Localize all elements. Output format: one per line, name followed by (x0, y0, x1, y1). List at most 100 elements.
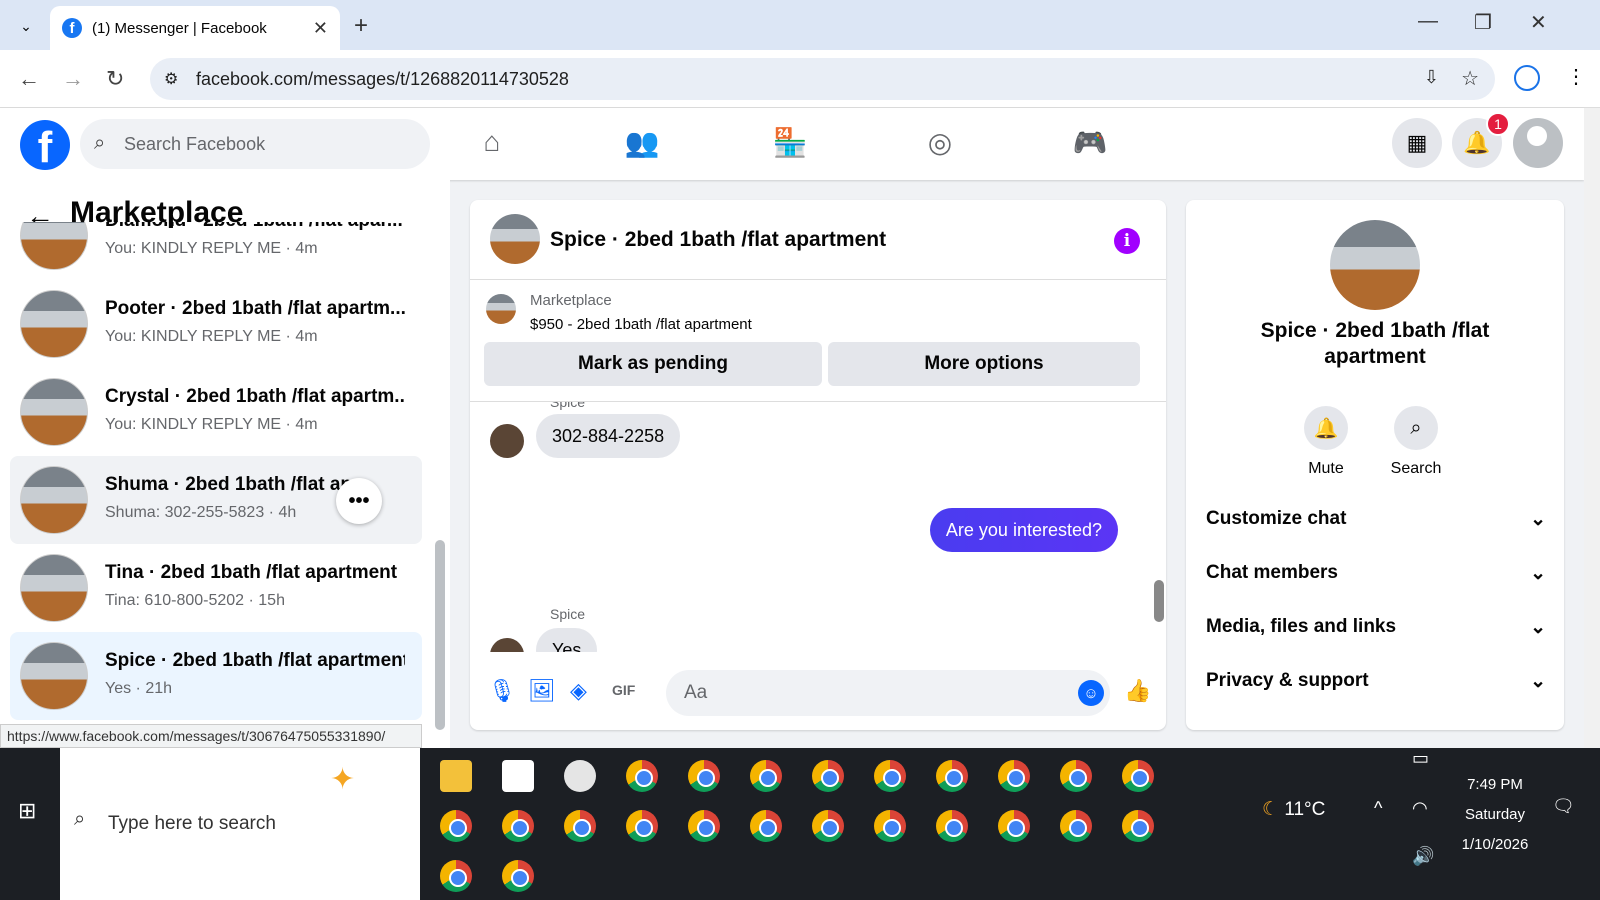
thumbs-up-icon[interactable]: 👍 (1124, 678, 1151, 704)
chat-avatar[interactable] (490, 214, 540, 264)
chrome-icon[interactable] (936, 810, 968, 842)
volume-icon[interactable]: 🔊 (1412, 846, 1434, 867)
new-tab-button[interactable]: + (354, 12, 368, 40)
browser-profile-icon[interactable] (1514, 65, 1540, 91)
browser-menu-icon[interactable]: ⋮ (1566, 64, 1586, 89)
menu-grid-icon[interactable]: ▦ (1392, 118, 1442, 168)
back-icon[interactable]: ← (18, 66, 40, 92)
tab-search-dropdown[interactable]: ⌄ (12, 14, 40, 38)
attach-photo-icon[interactable]: 🖼 (528, 678, 556, 704)
more-options-button[interactable]: More options (828, 342, 1140, 386)
conversation-item[interactable]: Shuma · 2bed 1bath /flat apa... Shuma: 3… (10, 456, 422, 544)
marketplace-icon[interactable]: 🏪 (770, 126, 810, 159)
tab-title: (1) Messenger | Facebook (92, 19, 267, 37)
account-avatar[interactable] (1513, 118, 1563, 168)
chrome-icon[interactable] (812, 760, 844, 792)
details-avatar[interactable] (1330, 220, 1420, 310)
restore-icon[interactable]: ❐ (1474, 10, 1492, 35)
chrome-icon[interactable] (998, 760, 1030, 792)
chrome-icon[interactable] (688, 810, 720, 842)
thread-scrollbar[interactable] (1154, 580, 1164, 622)
network-icon[interactable]: ◠ (1412, 798, 1428, 819)
clock-date: 1/10/2026 (1461, 836, 1529, 853)
chrome-icon[interactable] (750, 810, 782, 842)
conversation-item[interactable]: Tina · 2bed 1bath /flat apartment Tina: … (10, 544, 422, 632)
chrome-icon[interactable] (688, 760, 720, 792)
windows-start-icon[interactable]: ⊞ (18, 798, 36, 824)
show-hidden-icons-icon[interactable]: ^ (1374, 798, 1382, 819)
info-icon[interactable]: i (1114, 228, 1140, 254)
conversation-preview: You: KINDLY REPLY ME · 4m (105, 328, 318, 345)
browser-tab[interactable]: f (1) Messenger | Facebook ✕ (50, 6, 340, 50)
sticker-icon[interactable]: ◈ (570, 678, 587, 704)
install-app-icon[interactable]: ⇩ (1424, 67, 1439, 88)
url-field[interactable]: ⚙ facebook.com/messages/t/12688201147305… (150, 58, 1495, 100)
chrome-icon[interactable] (502, 810, 534, 842)
conversation-item[interactable]: Pooter · 2bed 1bath /flat apartm... You:… (10, 280, 422, 368)
minimize-icon[interactable]: — (1418, 10, 1438, 33)
chrome-icon[interactable] (1060, 810, 1092, 842)
site-info-icon[interactable]: ⚙ (164, 69, 178, 89)
chat-members-row[interactable]: Chat members ⌄ (1206, 562, 1546, 585)
mute-action[interactable]: 🔔 Mute (1286, 406, 1366, 478)
facebook-logo-icon[interactable]: f (20, 120, 70, 170)
chrome-icon[interactable] (874, 810, 906, 842)
conversation-item[interactable]: Crystal · 2bed 1bath /flat apartm... You… (10, 368, 422, 456)
media-files-links-row[interactable]: Media, files and links ⌄ (1206, 616, 1546, 639)
store-icon[interactable] (502, 760, 534, 792)
friends-icon[interactable]: 👥 (622, 126, 662, 159)
conversation-item-active[interactable]: Spice · 2bed 1bath /flat apartment Yes ·… (10, 632, 422, 720)
weather-widget[interactable]: ☾ 11°C (1262, 798, 1325, 821)
conversation-more-icon[interactable]: ••• (336, 478, 382, 524)
page-scrollbar[interactable] (1584, 108, 1600, 748)
chrome-icon[interactable] (998, 810, 1030, 842)
chrome-icon[interactable] (626, 810, 658, 842)
battery-icon[interactable]: ▭ (1412, 748, 1429, 769)
file-explorer-icon[interactable] (440, 760, 472, 792)
notifications-icon[interactable]: 🗨 (1552, 796, 1575, 817)
reload-icon[interactable]: ↻ (106, 66, 124, 92)
chrome-icon[interactable] (1122, 760, 1154, 792)
message-bubble-outgoing[interactable]: Are you interested? (929, 508, 1118, 552)
taskbar-clock[interactable]: 7:49 PM Saturday 1/10/2026 (1440, 770, 1550, 860)
search-action[interactable]: ⌕ Search (1376, 406, 1456, 478)
chrome-icon[interactable] (440, 810, 472, 842)
message-bubble-incoming[interactable]: 302-884-2258 (536, 414, 681, 458)
sender-avatar[interactable] (490, 424, 524, 458)
listing-thumbnail[interactable] (486, 294, 516, 324)
conversation-list-scrollbar[interactable] (435, 540, 445, 730)
microphone-icon[interactable]: 🎙 (488, 678, 516, 704)
taskbar-search-input[interactable]: ⌕ Type here to search ✦ (60, 748, 420, 900)
sender-avatar[interactable] (490, 638, 524, 652)
gaming-icon[interactable]: 🎮 (1070, 126, 1110, 159)
chat-title[interactable]: Spice · 2bed 1bath /flat apartment (550, 228, 886, 252)
chrome-icon[interactable] (1060, 760, 1092, 792)
customize-chat-row[interactable]: Customize chat ⌄ (1206, 508, 1546, 531)
privacy-support-row[interactable]: Privacy & support ⌄ (1206, 670, 1546, 693)
mark-as-pending-button[interactable]: Mark as pending (484, 342, 822, 386)
close-tab-icon[interactable]: ✕ (313, 18, 328, 39)
clock-day: Saturday (1464, 806, 1526, 823)
home-icon[interactable]: ⌂ (472, 126, 512, 158)
emoji-icon[interactable]: ☺ (1078, 680, 1104, 706)
chrome-icon[interactable] (936, 760, 968, 792)
facebook-search-input[interactable]: ⌕ Search Facebook (80, 119, 430, 169)
message-input[interactable]: Aa (666, 670, 1110, 716)
chrome-icon[interactable] (750, 760, 782, 792)
chrome-icon[interactable] (874, 760, 906, 792)
gif-icon[interactable]: GIF (612, 682, 635, 698)
chrome-icon[interactable] (812, 810, 844, 842)
app-icon[interactable] (564, 760, 596, 792)
chrome-icon[interactable] (1122, 810, 1154, 842)
close-window-icon[interactable]: ✕ (1530, 10, 1547, 35)
bookmark-star-icon[interactable]: ☆ (1461, 66, 1479, 91)
conversation-item[interactable]: Diamond · 2bed 1bath /flat apar... You: … (10, 222, 422, 280)
listing-title[interactable]: $950 - 2bed 1bath /flat apartment (530, 316, 752, 333)
chrome-icon[interactable] (502, 860, 534, 892)
message-bubble-incoming[interactable]: Yes (536, 628, 598, 652)
forward-icon[interactable]: → (62, 66, 84, 92)
chrome-icon[interactable] (440, 860, 472, 892)
chrome-icon[interactable] (626, 760, 658, 792)
groups-icon[interactable]: ◎ (920, 126, 960, 159)
chrome-icon[interactable] (564, 810, 596, 842)
